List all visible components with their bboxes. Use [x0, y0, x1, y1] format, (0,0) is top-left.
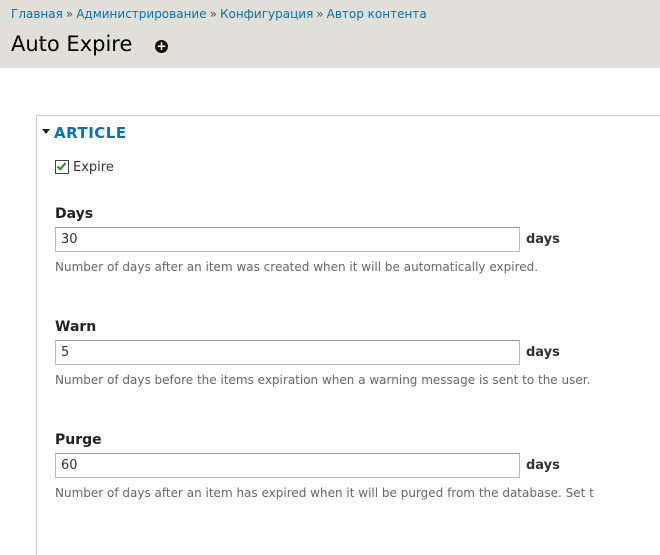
- breadcrumb-configuration[interactable]: Конфигурация: [220, 7, 313, 21]
- days-suffix: days: [526, 232, 560, 247]
- warn-label: Warn: [55, 319, 97, 335]
- article-fieldset-legend[interactable]: ARTICLE: [42, 124, 127, 142]
- days-description: Number of days after an item was created…: [55, 260, 539, 274]
- fieldset-legend-text: ARTICLE: [54, 124, 127, 142]
- breadcrumb: Главная» Администрирование» Конфигурация» А…: [11, 7, 427, 21]
- plus-circle-icon[interactable]: +: [155, 40, 168, 53]
- page-title: Auto Expire: [11, 32, 133, 56]
- breadcrumb-home[interactable]: Главная: [11, 7, 63, 21]
- breadcrumb-separator: »: [316, 7, 324, 21]
- breadcrumb-administration[interactable]: Администрирование: [76, 7, 206, 21]
- warn-suffix: days: [526, 345, 560, 360]
- breadcrumb-content-authoring[interactable]: Автор контента: [327, 7, 427, 21]
- checkmark-icon: [56, 159, 67, 171]
- purge-suffix: days: [526, 458, 560, 473]
- expire-checkbox-label[interactable]: Expire: [73, 160, 114, 175]
- warn-input[interactable]: [55, 340, 520, 365]
- warn-description: Number of days before the items expirati…: [55, 373, 591, 387]
- purge-description: Number of days after an item has expired…: [55, 486, 594, 500]
- breadcrumb-separator: »: [65, 7, 74, 21]
- purge-input[interactable]: [55, 453, 520, 478]
- days-input[interactable]: [55, 227, 520, 252]
- triangle-down-icon: [42, 129, 50, 134]
- expire-checkbox[interactable]: [55, 159, 69, 174]
- expire-checkbox-row: Expire: [55, 159, 114, 175]
- breadcrumb-separator: »: [209, 7, 217, 21]
- days-label: Days: [55, 206, 94, 222]
- page-header: Главная» Администрирование» Конфигурация» А…: [0, 0, 660, 68]
- purge-label: Purge: [55, 432, 102, 448]
